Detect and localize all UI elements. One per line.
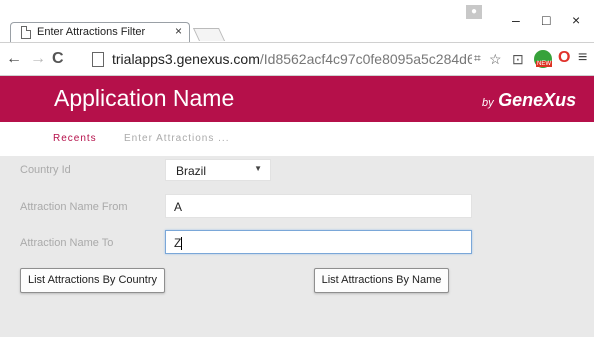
- brand-name: GeneXus: [498, 90, 577, 110]
- forward-icon[interactable]: →: [30, 50, 46, 68]
- app-name: Application Name: [54, 85, 235, 111]
- name-from-label: Attraction Name From: [20, 201, 128, 213]
- browser-tab[interactable]: Enter Attractions Filter ×: [10, 22, 190, 42]
- brand-by: by: [482, 97, 494, 109]
- text-caret: [181, 237, 183, 251]
- address-bar[interactable]: trialapps3.genexus.com/Id8562acf4c97c0fe…: [112, 51, 472, 67]
- opera-icon[interactable]: O: [558, 49, 570, 67]
- url-host: trialapps3.genexus.com: [112, 51, 260, 67]
- maximize-icon[interactable]: □: [542, 12, 550, 28]
- name-to-value: Z: [174, 236, 182, 250]
- name-to-label: Attraction Name To: [20, 237, 114, 249]
- breadcrumb-recents[interactable]: Recents: [53, 133, 97, 144]
- name-from-input[interactable]: A: [165, 194, 472, 218]
- name-from-value: A: [174, 200, 183, 214]
- url-path: /Id8562acf4c97c0fe8095a5c284d688e07/ent: [259, 51, 472, 67]
- tab-title: Enter Attractions Filter: [37, 26, 146, 38]
- genexus-logo: by GeneXus: [482, 90, 576, 111]
- cast-icon[interactable]: ⊡: [512, 51, 524, 68]
- person-icon[interactable]: ●: [466, 5, 482, 19]
- filter-form: Country Id Brazil ▼ Attraction Name From…: [0, 156, 594, 337]
- new-tab-button[interactable]: [192, 28, 226, 41]
- reload-icon[interactable]: C: [52, 50, 64, 68]
- breadcrumb: Recents Enter Attractions ...: [0, 122, 594, 156]
- browser-tab-strip: Enter Attractions Filter × ● – □ ×: [0, 0, 594, 42]
- list-by-name-button[interactable]: List Attractions By Name: [314, 268, 449, 293]
- tab-close-icon[interactable]: ×: [175, 24, 182, 38]
- star-icon[interactable]: ☆: [489, 51, 502, 68]
- page-info-icon[interactable]: [92, 52, 104, 67]
- minimize-icon[interactable]: –: [512, 12, 520, 28]
- menu-icon[interactable]: ≡: [578, 49, 587, 67]
- chevron-down-icon: ▼: [254, 164, 262, 173]
- translate-icon[interactable]: ⌗: [474, 51, 481, 66]
- new-badge: NEW: [536, 61, 552, 67]
- back-icon[interactable]: ←: [6, 50, 22, 68]
- country-select[interactable]: Brazil ▼: [165, 159, 271, 181]
- country-id-label: Country Id: [20, 164, 71, 176]
- list-by-country-button[interactable]: List Attractions By Country: [20, 268, 165, 293]
- browser-toolbar: ← → C trialapps3.genexus.com/Id8562acf4c…: [0, 42, 594, 76]
- name-to-input[interactable]: Z: [165, 230, 472, 254]
- breadcrumb-current: Enter Attractions ...: [124, 133, 230, 144]
- country-select-value: Brazil: [176, 164, 207, 178]
- extension-icon[interactable]: NEW: [534, 50, 552, 68]
- page-icon: [21, 26, 31, 39]
- app-header: Application Name by GeneXus: [0, 76, 594, 122]
- close-icon[interactable]: ×: [572, 12, 580, 28]
